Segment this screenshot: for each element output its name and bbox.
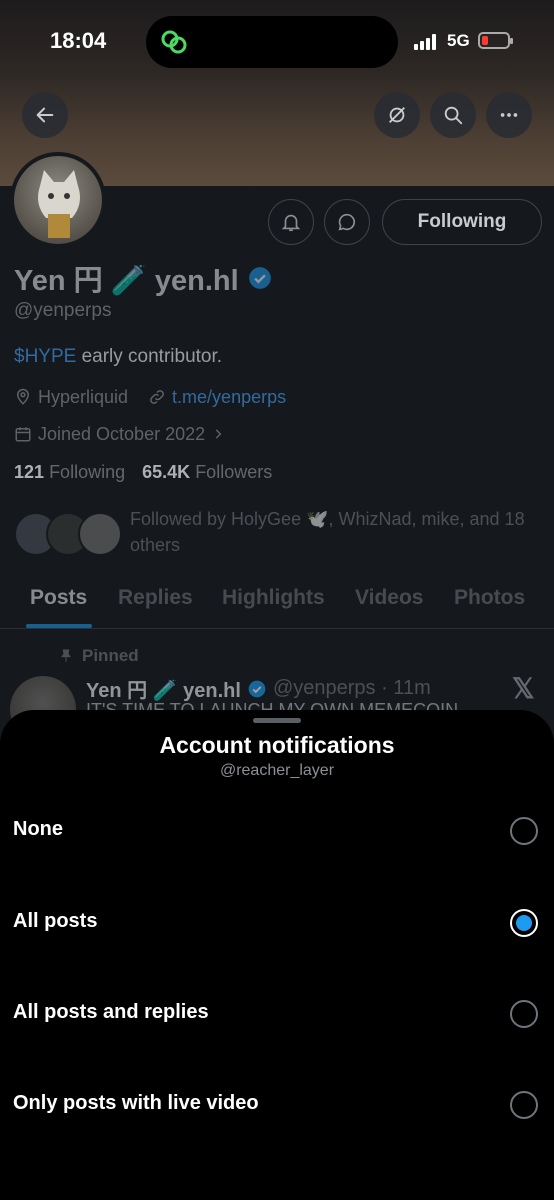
- followers-link[interactable]: 65.4K Followers: [142, 462, 272, 482]
- back-button[interactable]: [22, 92, 68, 138]
- search-icon: [444, 106, 463, 125]
- following-link[interactable]: 121 Following: [14, 462, 125, 482]
- joined-row[interactable]: Joined October 2022: [14, 421, 225, 447]
- option-all-posts[interactable]: All posts: [0, 892, 554, 956]
- followed-by-text: Followed by HolyGee 🕊️, WhizNad, mike, a…: [130, 509, 525, 555]
- profile-joined: Joined October 2022: [38, 423, 206, 444]
- message-button[interactable]: [324, 199, 370, 245]
- slashed-circle-icon: [389, 107, 405, 123]
- following-count: 121: [14, 462, 45, 482]
- sheet-title: Account notifications: [159, 732, 395, 758]
- mute-button[interactable]: [374, 92, 420, 138]
- signal-icon: [414, 34, 440, 50]
- radio-button[interactable]: [510, 1000, 538, 1028]
- profile-website-link[interactable]: t.me/yenperps: [172, 387, 286, 408]
- option-live-video[interactable]: Only posts with live video: [0, 1074, 554, 1138]
- x-logo-icon: 𝕏: [512, 673, 535, 704]
- profile-meta-row: Hyperliquid t.me/yenperps: [14, 384, 286, 410]
- post-header: Yen 円 🧪 yen.hl @yenperps · 11m: [86, 674, 431, 703]
- option-label: Only posts with live video: [13, 1092, 259, 1114]
- radio-button[interactable]: [510, 817, 538, 845]
- post-handle-time: @yenperps · 11m: [272, 677, 431, 699]
- profile-handle: @yenperps: [14, 300, 112, 321]
- profile-tabs: Posts Replies Highlights Videos Photos: [0, 578, 554, 630]
- tab-posts[interactable]: Posts: [30, 586, 87, 610]
- option-all-posts-and-replies[interactable]: All posts and replies: [0, 983, 554, 1047]
- pinned-label: Pinned: [82, 646, 139, 665]
- radio-button[interactable]: [510, 1091, 538, 1119]
- chevron-right-icon: [215, 429, 222, 439]
- profile-location: Hyperliquid: [38, 386, 129, 407]
- tab-photos[interactable]: Photos: [454, 586, 525, 610]
- following-button[interactable]: Following: [382, 199, 542, 245]
- option-none[interactable]: None: [0, 800, 554, 864]
- calendar-icon: [15, 427, 31, 442]
- followers-count: 65.4K: [142, 462, 191, 482]
- profile-name: Yen 円 🧪 yen.hl: [14, 265, 239, 297]
- sheet-grabber[interactable]: [253, 718, 301, 723]
- location-pin-icon: [16, 388, 30, 405]
- followers-label: Followers: [195, 462, 273, 482]
- profile-page: 18:04 5G Following Yen 円 🧪 yen.hl @yenpe…: [0, 0, 554, 760]
- tab-highlights[interactable]: Highlights: [222, 586, 325, 610]
- more-button[interactable]: [486, 92, 532, 138]
- tab-videos[interactable]: Videos: [355, 586, 423, 610]
- status-bar: 18:04 5G: [0, 0, 554, 86]
- battery-icon: [478, 32, 513, 49]
- notification-settings-button[interactable]: [268, 199, 314, 245]
- option-label: None: [13, 818, 63, 840]
- post-author: Yen 円 🧪 yen.hl: [86, 680, 241, 702]
- followed-by-avatars: [14, 512, 124, 556]
- option-label: All posts and replies: [13, 1001, 209, 1023]
- chat-bubble-icon: [338, 213, 356, 231]
- bell-plus-icon: [281, 214, 301, 232]
- radio-button-selected[interactable]: [510, 909, 538, 937]
- following-label: Following: [49, 462, 126, 482]
- profile-avatar[interactable]: [10, 152, 106, 248]
- arrow-left-icon: [36, 107, 54, 123]
- cat-avatar-illustration: [38, 170, 80, 238]
- link-icon: [150, 390, 164, 404]
- verified-badge-icon: [248, 680, 266, 697]
- pin-icon: [61, 649, 71, 662]
- profile-name-row: Yen 円 🧪 yen.hl: [14, 258, 273, 298]
- follower-avatar: [78, 512, 122, 556]
- search-button[interactable]: [430, 92, 476, 138]
- status-time: 18:04: [50, 28, 107, 53]
- follow-counts: 121 Following 65.4K Followers: [14, 462, 272, 483]
- account-notifications-sheet: Account notifications @reacher_layer Non…: [0, 710, 554, 1200]
- network-label: 5G: [447, 31, 470, 50]
- profile-bio: $HYPE early contributor.: [14, 346, 222, 368]
- bio-text: early contributor.: [76, 346, 223, 367]
- pinned-indicator: Pinned: [58, 646, 139, 666]
- option-label: All posts: [13, 910, 98, 932]
- sheet-subtitle: @reacher_layer: [219, 762, 335, 779]
- tabs-divider: [0, 628, 554, 629]
- more-dots-icon: [500, 113, 518, 117]
- followed-by-row[interactable]: Followed by HolyGee 🕊️, WhizNad, mike, a…: [14, 506, 554, 560]
- tab-replies[interactable]: Replies: [118, 586, 193, 610]
- link-app-icon: [161, 30, 187, 54]
- dynamic-island: [146, 16, 398, 68]
- bio-cashtag[interactable]: $HYPE: [14, 346, 76, 367]
- verified-badge-icon: [248, 267, 271, 289]
